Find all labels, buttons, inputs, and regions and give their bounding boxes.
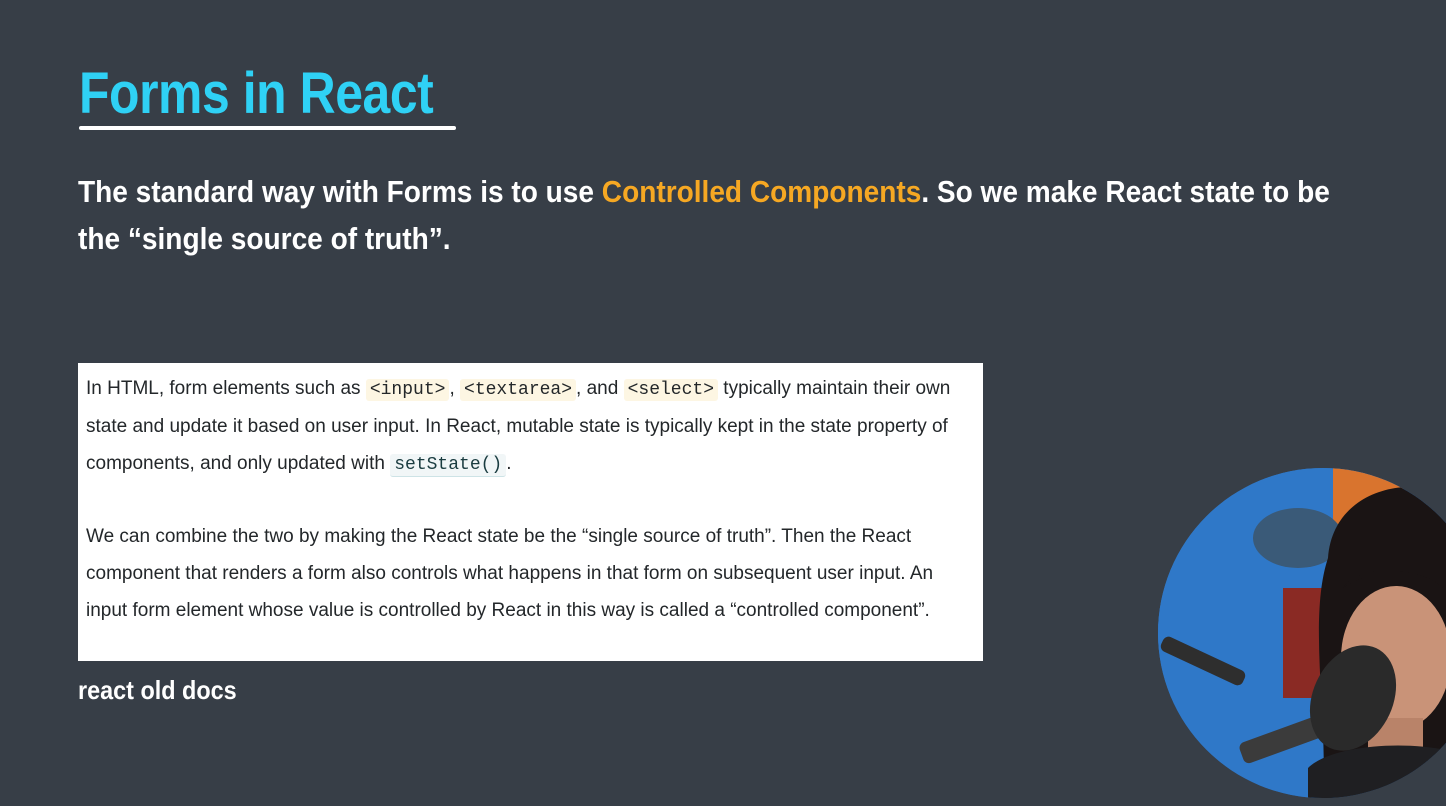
controlled-components-highlight: Controlled Components xyxy=(601,174,922,209)
code-select: <select> xyxy=(623,379,719,401)
source-caption: react old docs xyxy=(78,675,237,705)
code-textarea: <textarea> xyxy=(460,379,577,401)
setstate-link[interactable]: setState() xyxy=(390,453,507,477)
speaker-webcam xyxy=(1158,468,1446,798)
docs-text: , and xyxy=(576,378,624,399)
docs-text: . xyxy=(506,452,512,474)
speaker-video-frame xyxy=(1158,468,1446,798)
docs-excerpt: In HTML, form elements such as <input> , … xyxy=(78,363,983,661)
docs-text: , xyxy=(449,378,461,399)
docs-paragraph-2: We can combine the two by making the Rea… xyxy=(86,526,934,621)
lead-text: The standard way with Forms is to use Co… xyxy=(78,168,1354,262)
title-underline xyxy=(79,126,456,130)
slide-title: Forms in React xyxy=(79,61,434,126)
lead-text-start: The standard way with Forms is to use xyxy=(78,174,602,209)
docs-paragraph-1: In HTML, form elements such as <input> , … xyxy=(86,371,975,483)
code-input: <input> xyxy=(365,379,450,401)
docs-text: In HTML, form elements such as xyxy=(86,378,366,399)
